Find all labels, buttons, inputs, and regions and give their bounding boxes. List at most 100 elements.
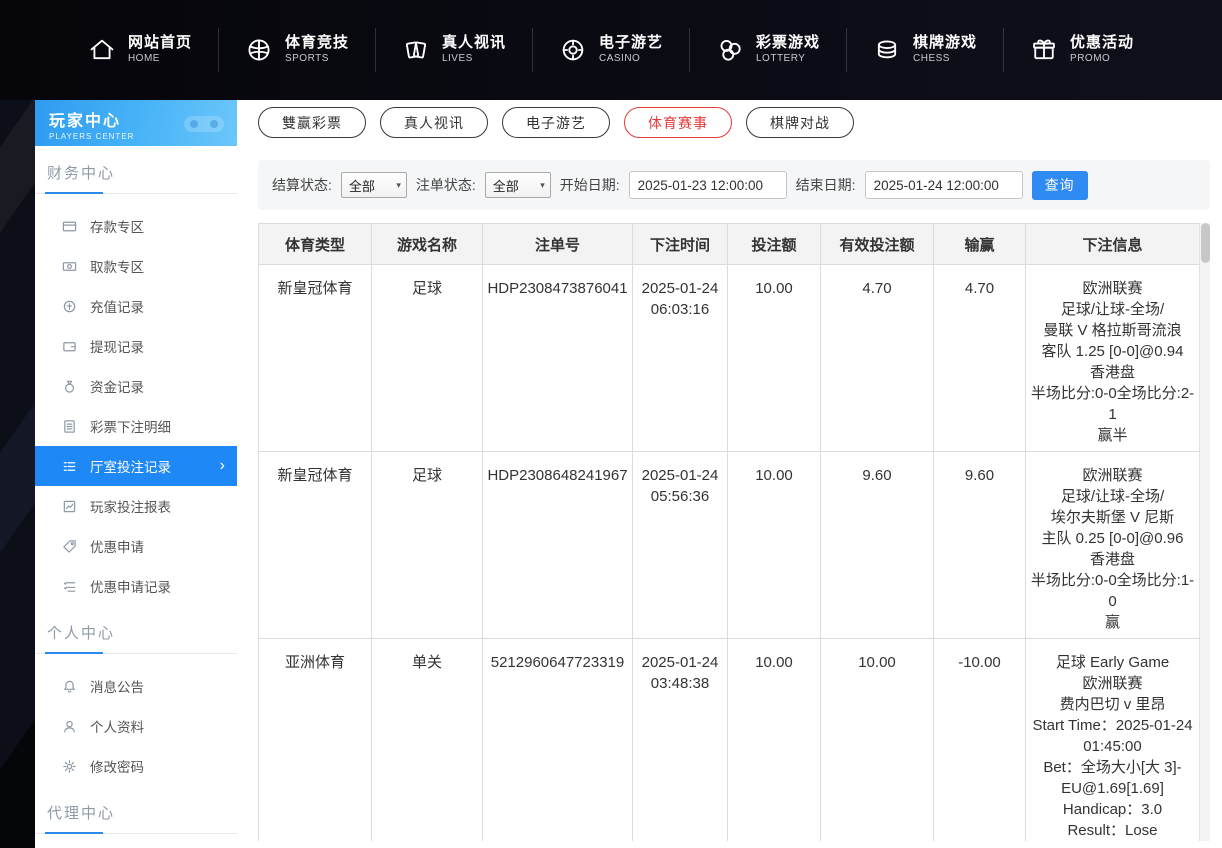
col-order-no: 注单号 (483, 224, 633, 265)
table-row: 新皇冠体育 足球 HDP2308648241967 2025-01-24 05:… (259, 452, 1200, 639)
promo-icon (1030, 36, 1058, 64)
nav-item-home[interactable]: 网站首页 HOME (62, 28, 218, 71)
table-scrollbar[interactable] (1199, 223, 1210, 841)
deposit-card-icon (62, 219, 77, 234)
sidebar-item-recharge-records[interactable]: 充值记录 (35, 286, 237, 326)
nav-item-chess[interactable]: 棋牌游戏 CHESS (846, 28, 1003, 71)
col-game-name: 游戏名称 (372, 224, 483, 265)
sidebar-item-label: 消息公告 (90, 676, 144, 696)
nav-label-en: HOME (128, 53, 192, 66)
cell-bet-info: 欧洲联赛 足球/让球-全场/ 埃尔夫斯堡 V 尼斯 主队 0.25 [0-0]@… (1026, 452, 1200, 639)
cell-bet-time: 2025-01-24 03:48:38 (633, 639, 728, 842)
nav-item-sports[interactable]: 体育竞技 SPORTS (218, 28, 375, 71)
bet-records-table-wrap: 体育类型 游戏名称 注单号 下注时间 投注额 有效投注额 输赢 下注信息 新皇冠… (258, 223, 1210, 841)
start-date-input[interactable] (629, 171, 787, 199)
nav-item-promo[interactable]: 优惠活动 PROMO (1003, 28, 1160, 71)
section-title-finance: 财务中心 (35, 146, 237, 194)
cell-valid-amount: 10.00 (821, 639, 934, 842)
tab-lottery[interactable]: 雙赢彩票 (258, 107, 366, 138)
gear-icon (62, 759, 77, 774)
sidebar: 玩家中心 PLAYERS CENTER 财务中心 存款专区 取款专区 充值记录 … (35, 100, 237, 848)
nav-label-cn: 真人视讯 (442, 34, 506, 53)
main-content: 雙赢彩票 真人视讯 电子游艺 体育赛事 棋牌对战 结算状态: 全部 ▾ 注单状态… (237, 100, 1222, 848)
nav-item-casino[interactable]: 电子游艺 CASINO (532, 28, 689, 71)
tab-live[interactable]: 真人视讯 (380, 107, 488, 138)
report-icon (62, 499, 77, 514)
sports-icon (245, 36, 273, 64)
sidebar-item-label: 资金记录 (90, 376, 144, 396)
chevron-right-icon: › (220, 457, 225, 475)
sidebar-item-label: 提现记录 (90, 336, 144, 356)
sidebar-item-fund-records[interactable]: 资金记录 (35, 366, 237, 406)
sidebar-item-label: 玩家投注报表 (90, 496, 171, 516)
sidebar-item-label: 取款专区 (90, 256, 144, 276)
cash-icon (62, 259, 77, 274)
sidebar-item-label: 个人资料 (90, 716, 144, 736)
col-valid-amount: 有效投注额 (821, 224, 934, 265)
start-date-label: 开始日期: (560, 175, 620, 195)
cell-order-no: HDP2308473876041 (483, 265, 633, 452)
nav-item-lottery[interactable]: 彩票游戏 LOTTERY (689, 28, 846, 71)
sidebar-item-label: 优惠申请 (90, 536, 144, 556)
nav-label-en: CASINO (599, 53, 663, 66)
cell-valid-amount: 9.60 (821, 452, 934, 639)
cell-win-loss: -10.00 (934, 639, 1026, 842)
search-button[interactable]: 查询 (1032, 171, 1088, 200)
scrollbar-thumb[interactable] (1201, 223, 1210, 263)
sidebar-item-change-password[interactable]: 修改密码 (35, 746, 237, 786)
settle-status-select[interactable]: 全部 ▾ (341, 172, 407, 198)
chevron-down-icon: ▾ (540, 180, 545, 191)
document-icon (62, 419, 77, 434)
cell-bet-amount: 10.00 (728, 452, 821, 639)
end-date-input[interactable] (865, 171, 1023, 199)
sidebar-item-hall-bet-records[interactable]: 厅室投注记录 › (35, 446, 237, 486)
sidebar-item-withdraw[interactable]: 取款专区 (35, 246, 237, 286)
gamepad-icon (181, 109, 227, 142)
sidebar-item-player-bet-report[interactable]: 玩家投注报表 (35, 486, 237, 526)
checklist-icon (62, 579, 77, 594)
nav-item-lives[interactable]: 真人视讯 LIVES (375, 28, 532, 71)
cell-sport-type: 新皇冠体育 (259, 452, 372, 639)
col-bet-amount: 投注额 (728, 224, 821, 265)
cell-game-name: 足球 (372, 265, 483, 452)
nav-label-cn: 电子游艺 (599, 34, 663, 53)
cell-bet-amount: 10.00 (728, 265, 821, 452)
sidebar-item-lottery-bet-details[interactable]: 彩票下注明细 (35, 406, 237, 446)
sidebar-item-messages[interactable]: 消息公告 (35, 666, 237, 706)
cell-sport-type: 亚洲体育 (259, 639, 372, 842)
sidebar-item-withdraw-records[interactable]: 提现记录 (35, 326, 237, 366)
chess-icon (873, 36, 901, 64)
wallet-icon (62, 339, 77, 354)
tab-sports[interactable]: 体育赛事 (624, 107, 732, 138)
sidebar-item-promo-apply-records[interactable]: 优惠申请记录 (35, 566, 237, 606)
section-title-agent: 代理中心 (35, 786, 237, 834)
settle-status-value: 全部 (349, 176, 375, 195)
list-icon (62, 459, 77, 474)
tab-chess[interactable]: 棋牌对战 (746, 107, 854, 138)
cell-game-name: 单关 (372, 639, 483, 842)
nav-label-cn: 优惠活动 (1070, 34, 1134, 53)
table-row: 亚洲体育 单关 5212960647723319 2025-01-24 03:4… (259, 639, 1200, 842)
section-title-personal: 个人中心 (35, 606, 237, 654)
table-header-row: 体育类型 游戏名称 注单号 下注时间 投注额 有效投注额 输赢 下注信息 (259, 224, 1200, 265)
order-status-select[interactable]: 全部 ▾ (485, 172, 551, 198)
sidebar-item-promo-apply[interactable]: 优惠申请 (35, 526, 237, 566)
cell-bet-time: 2025-01-24 06:03:16 (633, 265, 728, 452)
nav-label-en: CHESS (913, 53, 977, 66)
tab-casino[interactable]: 电子游艺 (502, 107, 610, 138)
cell-valid-amount: 4.70 (821, 265, 934, 452)
end-date-label: 结束日期: (796, 175, 856, 195)
sidebar-item-label: 厅室投注记录 (90, 456, 171, 476)
lottery-icon (716, 36, 744, 64)
sidebar-item-profile[interactable]: 个人资料 (35, 706, 237, 746)
nav-label-en: PROMO (1070, 53, 1134, 66)
bell-icon (62, 679, 77, 694)
nav-label-cn: 体育竞技 (285, 34, 349, 53)
sidebar-item-deposit[interactable]: 存款专区 (35, 206, 237, 246)
cell-order-no: HDP2308648241967 (483, 452, 633, 639)
settle-status-label: 结算状态: (272, 175, 332, 195)
col-bet-time: 下注时间 (633, 224, 728, 265)
coin-icon (62, 299, 77, 314)
cell-bet-info: 足球 Early Game 欧洲联赛 费内巴切 v 里昂 Start Time：… (1026, 639, 1200, 842)
lives-icon (402, 36, 430, 64)
